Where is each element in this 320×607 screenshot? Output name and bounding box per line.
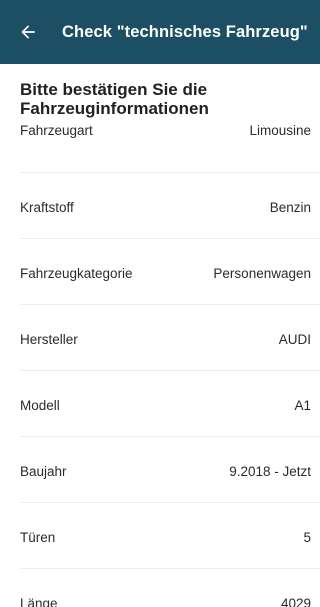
info-value: Limousine <box>249 123 311 138</box>
vehicle-info-list: Fahrzeugart Limousine Kraftstoff Benzin … <box>0 118 320 607</box>
section-heading: Bitte bestätigen Sie die Fahrzeuginforma… <box>20 80 209 118</box>
info-label: Fahrzeugkategorie <box>20 266 133 281</box>
info-row-tueren: Türen 5 <box>20 503 320 569</box>
info-row-fahrzeugart: Fahrzeugart Limousine <box>20 118 320 173</box>
info-value: A1 <box>294 398 311 413</box>
info-label: Modell <box>20 398 60 413</box>
main-content: Bitte bestätigen Sie die Fahrzeuginforma… <box>0 64 320 607</box>
info-value: 9.2018 - Jetzt <box>229 464 311 479</box>
arrow-left-icon <box>21 25 35 39</box>
info-row-hersteller: Hersteller AUDI <box>20 305 320 371</box>
info-label: Kraftstoff <box>20 200 74 215</box>
info-value: 4029 <box>280 596 311 607</box>
info-value: Personenwagen <box>213 266 311 281</box>
info-label: Türen <box>20 530 56 545</box>
app-bar: Check "technisches Fahrzeug" <box>0 0 320 64</box>
info-row-kraftstoff: Kraftstoff Benzin <box>20 173 320 239</box>
info-label: Baujahr <box>20 464 67 479</box>
info-row-fahrzeugkategorie: Fahrzeugkategorie Personenwagen <box>20 239 320 305</box>
info-label: Länge <box>20 596 58 607</box>
info-value: 5 <box>303 530 311 545</box>
back-button[interactable] <box>6 10 50 54</box>
info-value: Benzin <box>269 200 311 215</box>
info-row-laenge: Länge 4029 <box>20 569 320 607</box>
info-label: Fahrzeugart <box>20 123 93 138</box>
page-title: Check "technisches Fahrzeug" <box>62 22 308 41</box>
info-row-modell: Modell A1 <box>20 371 320 437</box>
info-label: Hersteller <box>20 332 78 347</box>
info-row-baujahr: Baujahr 9.2018 - Jetzt <box>20 437 320 503</box>
info-value: AUDI <box>278 332 311 347</box>
